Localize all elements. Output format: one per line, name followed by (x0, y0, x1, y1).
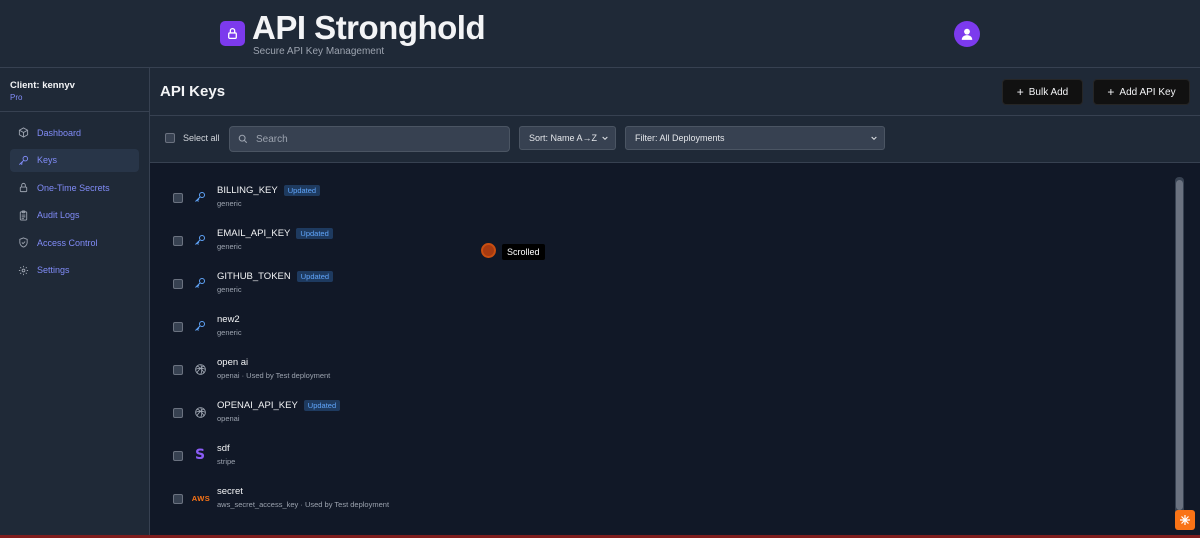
status-badge: Updated (283, 185, 321, 196)
filter-select[interactable]: Filter: All Deployments (625, 126, 885, 150)
bulk-add-button[interactable]: + Bulk Add (1002, 79, 1083, 105)
list-item[interactable]: BILLING_KEY Updated generic (150, 177, 1170, 220)
user-avatar[interactable] (954, 21, 980, 47)
status-badge: Updated (296, 228, 333, 239)
key-icon (193, 276, 207, 290)
client-plan: Pro (10, 93, 23, 102)
key-name: EMAIL_API_KEY (217, 228, 291, 239)
list-item[interactable]: GITHUB_TOKEN Updated generic (150, 263, 1170, 306)
chevron-down-icon (871, 136, 877, 141)
row-checkbox[interactable] (173, 494, 183, 504)
sidebar: Client: kennyv Pro Dashboard Keys One-Ti… (0, 68, 150, 538)
key-name: new2 (217, 314, 240, 325)
gear-icon (18, 265, 29, 276)
scroll-tooltip: Scrolled (502, 244, 545, 260)
sort-select[interactable]: Sort: Name A→Z (519, 126, 616, 150)
list-item[interactable]: open ai openai · Used by Test deployment (150, 349, 1170, 392)
row-checkbox[interactable] (173, 322, 183, 332)
list-item[interactable]: S sdf stripe (150, 435, 1170, 478)
row-checkbox[interactable] (173, 365, 183, 375)
list-item[interactable]: AWS secret aws_secret_access_key · Used … (150, 478, 1170, 521)
key-icon (193, 190, 207, 204)
sort-select-value: Sort: Name A→Z (529, 133, 598, 143)
key-icon (193, 233, 207, 247)
sidebar-item-label: Settings (37, 265, 70, 275)
openai-icon (193, 362, 207, 376)
status-badge: Updated (303, 400, 341, 411)
key-name: open ai (217, 357, 249, 368)
status-badge: Updated (296, 271, 334, 282)
main-header: API Keys + Bulk Add + Add API Key (150, 68, 1200, 116)
cursor-indicator (481, 243, 496, 258)
select-all-label: Select all (183, 133, 220, 143)
list-item[interactable]: EMAIL_API_KEY Updated generic (150, 220, 1170, 263)
key-meta: aws_secret_access_key · Used by Test dep… (217, 500, 390, 509)
lock-icon (220, 21, 245, 46)
key-name: secret (217, 486, 243, 497)
search-icon (238, 134, 248, 144)
bulk-add-label: Bulk Add (1028, 86, 1069, 98)
lock-icon (18, 182, 29, 193)
stripe-icon: S (194, 447, 206, 463)
app-header: API Stronghold Secure API Key Management (0, 0, 1200, 68)
row-checkbox[interactable] (173, 236, 183, 246)
sidebar-nav: Dashboard Keys One-Time Secrets Audit Lo… (0, 112, 149, 282)
scrollbar-thumb[interactable] (1176, 180, 1183, 510)
aws-icon: AWS (191, 493, 211, 503)
app-title: API Stronghold (252, 9, 486, 46)
openai-icon (193, 405, 207, 419)
key-meta: generic (217, 242, 242, 251)
sidebar-item-label: One-Time Secrets (37, 182, 110, 193)
sidebar-item-label: Keys (37, 155, 58, 165)
shield-icon (18, 237, 29, 248)
user-icon (961, 28, 973, 40)
key-icon (193, 319, 207, 333)
sidebar-item-dashboard[interactable]: Dashboard (10, 121, 139, 144)
sidebar-item-settings[interactable]: Settings (10, 259, 139, 282)
client-info: Client: kennyv Pro (0, 68, 149, 112)
sidebar-item-keys[interactable]: Keys (10, 148, 139, 172)
sparkle-icon[interactable] (1175, 510, 1195, 530)
sidebar-item-label: Access Control (37, 237, 98, 248)
list-item[interactable]: OPENAI_API_KEY Updated openai (150, 392, 1170, 435)
list-item[interactable]: new2 generic (150, 306, 1170, 349)
sidebar-item-audit-logs[interactable]: Audit Logs (10, 204, 139, 227)
keys-list: BILLING_KEY Updated generic EMAIL_API_KE… (150, 163, 1175, 538)
sidebar-item-label: Audit Logs (37, 210, 80, 220)
search-box[interactable] (229, 126, 510, 152)
select-all[interactable]: Select all (165, 133, 220, 143)
search-input[interactable] (256, 133, 496, 145)
add-api-key-label: Add API Key (1119, 86, 1176, 98)
client-name: Client: kennyv (10, 80, 75, 91)
plus-icon: + (1107, 85, 1115, 99)
select-all-checkbox[interactable] (165, 133, 175, 143)
filter-select-value: Filter: All Deployments (635, 133, 725, 143)
plus-icon: + (1016, 85, 1024, 99)
key-meta: stripe (217, 457, 236, 466)
key-name: GITHUB_TOKEN (217, 271, 291, 282)
key-icon (18, 155, 29, 166)
sidebar-item-label: Dashboard (37, 127, 82, 138)
key-meta: generic (217, 285, 242, 294)
app-subtitle: Secure API Key Management (253, 46, 385, 57)
row-checkbox[interactable] (173, 279, 183, 289)
row-checkbox[interactable] (173, 193, 183, 203)
clipboard-icon (18, 209, 29, 221)
key-meta: openai (217, 414, 240, 423)
row-checkbox[interactable] (173, 451, 183, 461)
key-name: OPENAI_API_KEY (217, 400, 298, 411)
chevron-down-icon (602, 136, 608, 141)
key-name: sdf (217, 443, 230, 454)
sidebar-item-access-control[interactable]: Access Control (10, 231, 139, 254)
add-api-key-button[interactable]: + Add API Key (1093, 79, 1190, 105)
row-checkbox[interactable] (173, 408, 183, 418)
toolbar: Select all Sort: Name A→Z Filter: All De… (150, 116, 1200, 163)
cube-icon (18, 127, 29, 138)
key-name: BILLING_KEY (217, 185, 278, 196)
key-meta: generic (217, 328, 242, 337)
page-title: API Keys (160, 83, 226, 100)
sidebar-item-one-time-secrets[interactable]: One-Time Secrets (10, 176, 139, 199)
key-meta: openai · Used by Test deployment (217, 371, 331, 380)
key-meta: generic (217, 199, 242, 208)
